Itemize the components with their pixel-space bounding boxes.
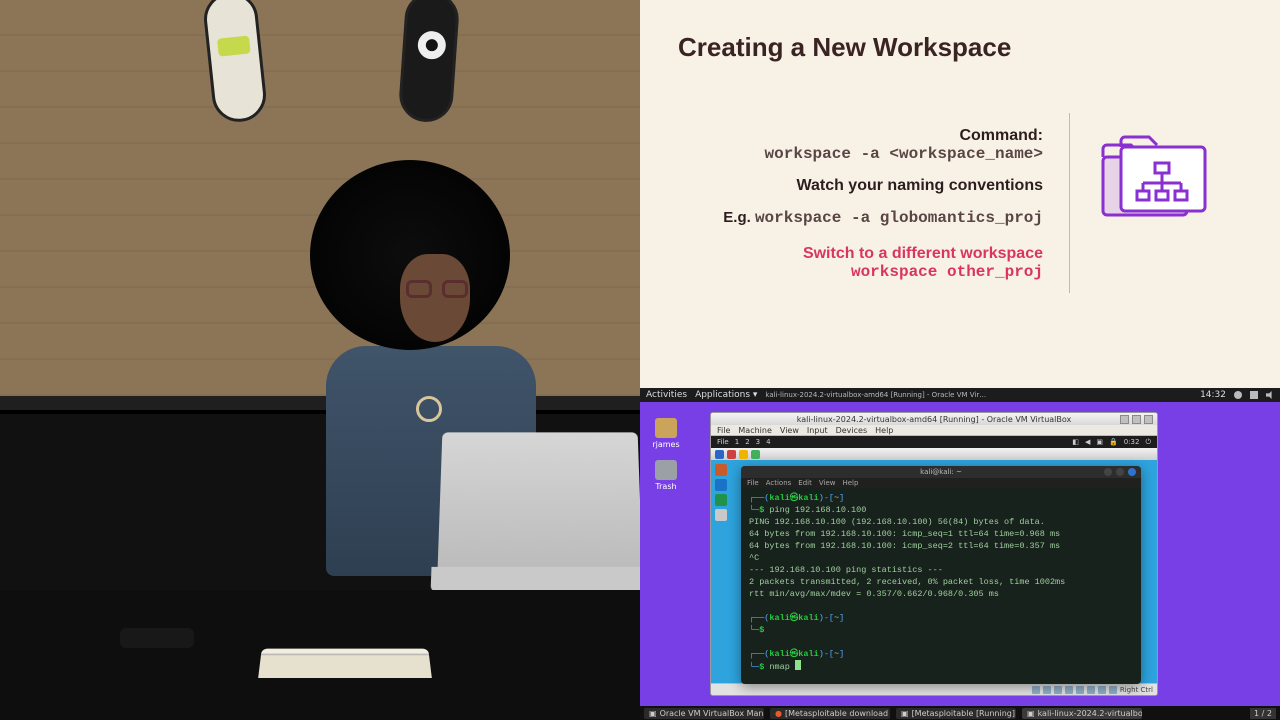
status-icon[interactable] [1043, 686, 1051, 694]
command-syntax: workspace -a <workspace_name> [678, 145, 1043, 163]
workspace-switcher[interactable]: 1 / 2 [1250, 708, 1276, 719]
kali-tray-icon[interactable]: ◀ [1085, 438, 1090, 446]
term-menu-view[interactable]: View [819, 479, 836, 487]
dock-icon[interactable] [715, 494, 727, 506]
home-folder-icon[interactable]: rjames [652, 418, 680, 449]
maximize-button[interactable] [1132, 415, 1141, 424]
volume-icon[interactable] [1266, 391, 1274, 399]
activities-button[interactable]: Activities [646, 390, 687, 400]
kali-topbar-item[interactable]: File [717, 438, 729, 446]
kali-topbar-item[interactable]: 3 [756, 438, 760, 446]
menu-help[interactable]: Help [875, 426, 893, 435]
close-button[interactable] [1144, 415, 1153, 424]
taskbar-item[interactable]: ▣kali-linux-2024.2-virtualbox-amd64… [1022, 708, 1142, 719]
topbar-vm-indicator[interactable]: kali-linux-2024.2-virtualbox-amd64 [Runn… [765, 391, 986, 399]
terminal-menubar: File Actions Edit View Help [741, 478, 1141, 488]
slide-title: Creating a New Workspace [678, 32, 1240, 63]
vbox-menubar: File Machine View Input Devices Help [711, 425, 1157, 436]
menu-devices[interactable]: Devices [836, 426, 868, 435]
quicklaunch-icon[interactable] [727, 450, 736, 459]
status-icon[interactable] [1065, 686, 1073, 694]
quicklaunch-icon[interactable] [739, 450, 748, 459]
terminal-maximize[interactable] [1116, 468, 1124, 476]
term-menu-file[interactable]: File [747, 479, 759, 487]
dock-icon[interactable] [715, 464, 727, 476]
status-icon[interactable] [1098, 686, 1106, 694]
example-command: workspace -a globomantics_proj [755, 209, 1043, 227]
terminal-titlebar[interactable]: kali@kali: ~ [741, 466, 1141, 478]
vbox-statusbar: Right Ctrl [711, 683, 1157, 695]
command-label: Command: [678, 127, 1043, 145]
dock-icon[interactable] [715, 509, 727, 521]
menu-machine[interactable]: Machine [738, 426, 772, 435]
kali-topbar: File 1 2 3 4 ◧ ◀ ▣ 🔒 0:32 ⏻ [711, 436, 1157, 448]
menu-input[interactable]: Input [807, 426, 828, 435]
power-icon[interactable] [1234, 391, 1242, 399]
smartphone [120, 628, 194, 648]
menu-view[interactable]: View [780, 426, 799, 435]
guest-display: File 1 2 3 4 ◧ ◀ ▣ 🔒 0:32 ⏻ [711, 436, 1157, 683]
gnome-desktop: Activities Applications ▾ kali-linux-202… [640, 388, 1280, 720]
quicklaunch-icon[interactable] [715, 450, 724, 459]
gnome-topbar: Activities Applications ▾ kali-linux-202… [640, 388, 1280, 402]
virtualbox-window[interactable]: kali-linux-2024.2-virtualbox-amd64 [Runn… [710, 412, 1158, 696]
vbox-title-text: kali-linux-2024.2-virtualbox-amd64 [Runn… [797, 415, 1072, 424]
quicklaunch-icon[interactable] [751, 450, 760, 459]
status-icon[interactable] [1087, 686, 1095, 694]
kali-tray-icon[interactable]: ▣ [1096, 438, 1103, 446]
status-hostkey: Right Ctrl [1120, 686, 1153, 694]
kali-tray-icon[interactable]: 🔒 [1109, 438, 1118, 446]
network-icon[interactable] [1250, 391, 1258, 399]
open-book [258, 649, 432, 678]
taskbar-item[interactable]: ▣[Metasploitable [Running] - Oracle … [896, 708, 1016, 719]
kali-power-icon[interactable]: ⏻ [1145, 438, 1151, 447]
topbar-clock[interactable]: 14:32 [1200, 390, 1226, 400]
workspace-folder-icon [1095, 129, 1215, 234]
slide-text-column: Command: workspace -a <workspace_name> W… [678, 119, 1069, 293]
kali-clock[interactable]: 0:32 [1124, 438, 1140, 446]
terminal-title: kali@kali: ~ [920, 468, 962, 476]
example-label: E.g. [723, 209, 751, 226]
kali-tray-icon[interactable]: ◧ [1072, 438, 1079, 446]
status-icon[interactable] [1054, 686, 1062, 694]
vbox-titlebar[interactable]: kali-linux-2024.2-virtualbox-amd64 [Runn… [711, 413, 1157, 425]
dock-icon[interactable] [715, 479, 727, 491]
menu-file[interactable]: File [717, 426, 730, 435]
status-icon[interactable] [1032, 686, 1040, 694]
minimize-button[interactable] [1120, 415, 1129, 424]
laptop [438, 432, 640, 571]
hero-photo [0, 0, 640, 720]
kali-topbar-item[interactable]: 1 [735, 438, 739, 446]
example-row: E.g. workspace -a globomantics_proj [678, 209, 1043, 227]
switch-command: workspace other_proj [678, 263, 1043, 281]
term-menu-edit[interactable]: Edit [798, 479, 812, 487]
kali-topbar-item[interactable]: 2 [745, 438, 749, 446]
term-menu-help[interactable]: Help [842, 479, 858, 487]
kali-dock [713, 462, 729, 681]
status-icon[interactable] [1109, 686, 1117, 694]
terminal-output[interactable]: ┌──(kali㉿kali)-[~] └─$ ping 192.168.10.1… [741, 488, 1141, 684]
naming-warning: Watch your naming conventions [678, 177, 1043, 195]
term-menu-actions[interactable]: Actions [766, 479, 792, 487]
terminal-close[interactable] [1128, 468, 1136, 476]
terminal-minimize[interactable] [1104, 468, 1112, 476]
switch-heading: Switch to a different workspace [678, 245, 1043, 263]
taskbar-item[interactable]: ▣Oracle VM VirtualBox Manager [644, 708, 764, 719]
trash-icon[interactable]: Trash [652, 460, 680, 491]
kali-topbar-item[interactable]: 4 [766, 438, 770, 446]
applications-menu[interactable]: Applications ▾ [695, 390, 757, 400]
status-icon[interactable] [1076, 686, 1084, 694]
skateboard-deco [398, 0, 461, 124]
kali-quicklaunch [711, 448, 1157, 460]
gnome-taskbar: ▣Oracle VM VirtualBox Manager ●[Metasplo… [640, 706, 1280, 720]
instruction-slide: Creating a New Workspace Command: worksp… [640, 0, 1280, 388]
terminal-window[interactable]: kali@kali: ~ File Actions Edit View Help… [741, 466, 1141, 684]
taskbar-item[interactable]: ●[Metasploitable download | SourceF… [770, 708, 890, 719]
